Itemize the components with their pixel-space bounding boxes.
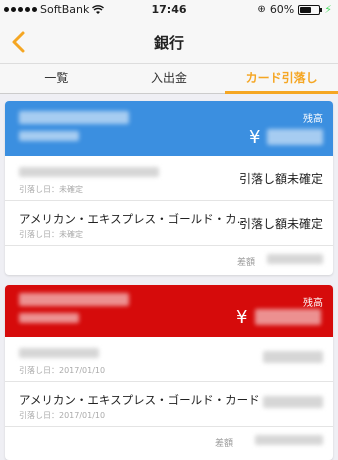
difference-row: 差額	[5, 246, 333, 274]
battery-icon	[298, 4, 323, 15]
battery-percent: 60%	[269, 3, 295, 16]
tab-deposits-withdrawals[interactable]: 入出金	[113, 64, 226, 93]
list-item[interactable]: アメリカン・エキスプレス・ゴールド・カ… 引落し日：未確定 引落し額未確定	[5, 201, 333, 246]
account-name-redacted	[19, 111, 129, 124]
status-bar: SoftBank 17:46 ⊕ 60% ⚡	[0, 0, 338, 20]
debit-date: 引落し日：2017/01/10	[19, 366, 106, 375]
difference-row: 差額	[5, 427, 333, 455]
page-title: 銀行	[153, 34, 184, 52]
difference-label: 差額	[237, 258, 256, 268]
card-name: アメリカン・エキスプレス・ゴールド・カ…	[19, 212, 249, 226]
account-card[interactable]: 残高 ¥ 引落し日：2017/01/10 アメリカン・エキスプレス・ゴールド・カ…	[5, 285, 333, 460]
balance-amount-redacted	[255, 309, 321, 325]
card-name-redacted	[19, 348, 99, 358]
debit-amount-redacted	[263, 351, 323, 363]
account-name-redacted	[19, 293, 129, 306]
debit-amount-status: 引落し額未確定	[238, 217, 323, 231]
debit-date: 引落し日：未確定	[19, 185, 83, 194]
status-right: ⊕ 60% ⚡	[257, 3, 332, 16]
tab-bar: 一覧 入出金 カード引落し	[0, 64, 338, 94]
charging-icon: ⚡	[324, 3, 332, 16]
tab-list[interactable]: 一覧	[0, 64, 113, 93]
debit-date: 引落し日：2017/01/10	[19, 411, 106, 420]
difference-amount-redacted	[267, 254, 323, 264]
balance-label: 残高	[303, 114, 323, 125]
account-number-redacted	[19, 131, 79, 141]
yen-symbol: ¥	[249, 127, 261, 148]
card-name: アメリカン・エキスプレス・ゴールド・カード	[19, 393, 260, 407]
difference-label: 差額	[215, 439, 234, 449]
card-name-redacted	[19, 167, 159, 177]
debit-amount-redacted	[263, 396, 323, 408]
account-number-redacted	[19, 313, 79, 323]
account-header: 残高 ¥	[5, 101, 333, 156]
navigation-bar: 銀行	[0, 20, 338, 64]
account-header: 残高 ¥	[5, 285, 333, 337]
list-item[interactable]: アメリカン・エキスプレス・ゴールド・カード 引落し日：2017/01/10	[5, 382, 333, 427]
difference-amount-redacted	[255, 435, 323, 445]
list-item[interactable]: 引落し日：2017/01/10	[5, 337, 333, 382]
rotation-lock-icon: ⊕	[257, 4, 266, 15]
yen-symbol: ¥	[236, 307, 248, 328]
list-item[interactable]: 引落し日：未確定 引落し額未確定	[5, 156, 333, 201]
tab-card-debits[interactable]: カード引落し	[225, 64, 338, 94]
debit-amount-status: 引落し額未確定	[238, 172, 323, 186]
balance-label: 残高	[303, 298, 323, 309]
balance-amount-redacted	[267, 129, 323, 145]
account-card[interactable]: 残高 ¥ 引落し日：未確定 引落し額未確定 アメリカン・エキスプレス・ゴールド・…	[5, 101, 333, 275]
debit-date: 引落し日：未確定	[19, 230, 83, 239]
